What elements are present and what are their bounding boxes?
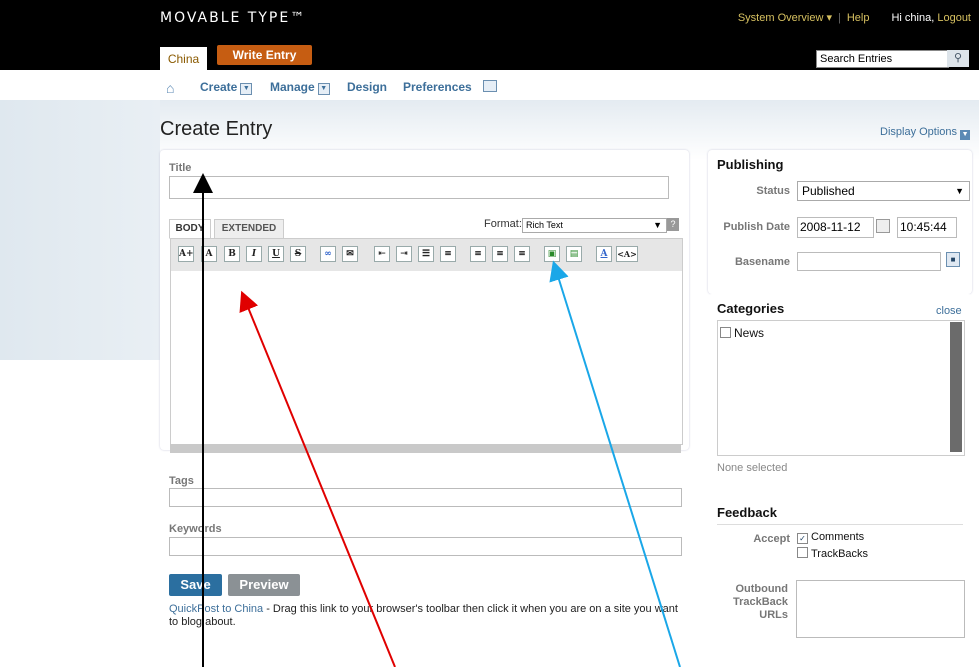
chevron-down-icon[interactable]: ▼ bbox=[240, 83, 253, 95]
tags-label: Tags bbox=[169, 475, 194, 487]
category-list[interactable] bbox=[717, 320, 965, 456]
write-entry-button[interactable]: Write Entry bbox=[217, 45, 312, 65]
menu-create[interactable]: Create ▼ bbox=[200, 80, 253, 95]
divider bbox=[717, 524, 963, 525]
align-left-icon[interactable]: ≡ bbox=[470, 246, 486, 262]
display-options-link[interactable]: Display Options ▼ bbox=[880, 126, 971, 140]
feedback-heading: Feedback bbox=[717, 505, 777, 520]
italic-icon[interactable]: I bbox=[246, 246, 262, 262]
underline-icon[interactable]: U bbox=[268, 246, 284, 262]
system-nav: System Overview ▾ | Help Hi china, Logout bbox=[737, 12, 971, 24]
insert-image-icon[interactable]: ▣ bbox=[544, 246, 560, 262]
categories-heading: Categories bbox=[717, 301, 785, 316]
help-icon[interactable]: ? bbox=[667, 218, 679, 231]
publish-date-input[interactable]: 2008-11-12 bbox=[797, 217, 874, 238]
trackbacks-option[interactable]: TrackBacks bbox=[797, 547, 868, 560]
publish-date-label: Publish Date bbox=[723, 221, 790, 233]
basename-label: Basename bbox=[734, 256, 790, 268]
save-button[interactable]: Save bbox=[169, 574, 222, 596]
comments-checkbox[interactable]: ✓ bbox=[797, 533, 808, 544]
outbound-trackback-label: Outbound TrackBack URLs bbox=[732, 583, 788, 621]
menu-design[interactable]: Design bbox=[347, 80, 387, 94]
blog-tab[interactable]: China bbox=[160, 47, 207, 70]
quickpost-link[interactable]: QuickPost to China bbox=[169, 603, 263, 615]
blog-list-icon[interactable] bbox=[483, 80, 497, 92]
format-label: Format: bbox=[484, 218, 522, 230]
quickpost-text: QuickPost to China - Drag this link to y… bbox=[169, 603, 678, 628]
trackbacks-checkbox[interactable] bbox=[797, 547, 808, 558]
font-size-increase-icon[interactable]: A+ bbox=[178, 246, 194, 262]
tab-extended[interactable]: EXTENDED bbox=[214, 219, 284, 239]
preview-button[interactable]: Preview bbox=[228, 574, 300, 596]
link-icon[interactable]: ∞ bbox=[320, 246, 336, 262]
tags-input[interactable] bbox=[169, 488, 682, 507]
align-right-icon[interactable]: ≡ bbox=[514, 246, 530, 262]
page-title: Create Entry bbox=[160, 118, 273, 140]
greeting: Hi china, bbox=[891, 12, 935, 24]
search-icon[interactable]: ⚲ bbox=[947, 50, 969, 67]
title-input[interactable] bbox=[169, 176, 669, 199]
menu-manage[interactable]: Manage ▼ bbox=[270, 80, 330, 95]
publish-time-input[interactable]: 10:45:44 bbox=[897, 217, 957, 238]
title-label: Title bbox=[169, 162, 192, 174]
app-logo[interactable]: MOVABLE TYPE™ bbox=[160, 10, 306, 26]
status-label: Status bbox=[756, 185, 790, 197]
top-bar: MOVABLE TYPE™ System Overview ▾ | Help Hi c… bbox=[0, 0, 979, 70]
search-input[interactable]: Search Entries bbox=[816, 50, 949, 68]
editor-resize-handle[interactable] bbox=[170, 444, 681, 453]
category-scrollbar[interactable] bbox=[950, 322, 962, 452]
numbered-list-icon[interactable]: ≡ bbox=[440, 246, 456, 262]
outdent-icon[interactable]: ⇤ bbox=[374, 246, 390, 262]
logout-link[interactable]: Logout bbox=[937, 12, 971, 24]
chevron-down-icon: ▼ bbox=[955, 186, 964, 196]
keywords-label: Keywords bbox=[169, 523, 222, 535]
system-overview-link[interactable]: System Overview ▾ bbox=[738, 12, 832, 24]
chevron-down-icon[interactable]: ▼ bbox=[960, 130, 971, 140]
category-item-news[interactable]: News bbox=[720, 326, 764, 340]
status-select[interactable]: Published ▼ bbox=[797, 181, 970, 201]
outbound-urls-textarea[interactable] bbox=[796, 580, 965, 638]
basename-input[interactable] bbox=[797, 252, 941, 271]
html-mode-icon[interactable]: <A> bbox=[616, 246, 638, 262]
align-center-icon[interactable]: ≡ bbox=[492, 246, 508, 262]
body-editor[interactable] bbox=[170, 271, 683, 445]
bullet-list-icon[interactable]: ☰ bbox=[418, 246, 434, 262]
tab-body[interactable]: BODY bbox=[169, 219, 211, 239]
lock-icon[interactable]: ■ bbox=[946, 252, 960, 267]
text-color-icon[interactable]: A bbox=[596, 246, 612, 262]
font-size-decrease-icon[interactable]: A bbox=[201, 246, 217, 262]
indent-icon[interactable]: ⇥ bbox=[396, 246, 412, 262]
bold-icon[interactable]: B bbox=[224, 246, 240, 262]
format-select[interactable]: Rich Text ▼ bbox=[522, 218, 667, 233]
home-icon[interactable]: ⌂ bbox=[166, 80, 174, 96]
insert-file-icon[interactable]: ▤ bbox=[566, 246, 582, 262]
side-gradient bbox=[0, 100, 160, 360]
none-selected-text: None selected bbox=[717, 462, 788, 474]
menu-preferences[interactable]: Preferences bbox=[403, 80, 472, 94]
chevron-down-icon[interactable]: ▼ bbox=[317, 83, 330, 95]
category-checkbox[interactable] bbox=[720, 327, 731, 338]
categories-close-link[interactable]: close bbox=[936, 305, 962, 317]
keywords-input[interactable] bbox=[169, 537, 682, 556]
email-icon[interactable]: ✉ bbox=[342, 246, 358, 262]
strikethrough-icon[interactable]: S bbox=[290, 246, 306, 262]
publishing-heading: Publishing bbox=[717, 157, 784, 172]
help-link[interactable]: Help bbox=[847, 12, 870, 24]
chevron-down-icon: ▼ bbox=[653, 220, 662, 230]
accept-label: Accept bbox=[753, 533, 790, 545]
calendar-icon[interactable] bbox=[876, 219, 890, 233]
comments-option[interactable]: ✓ Comments bbox=[797, 531, 864, 544]
